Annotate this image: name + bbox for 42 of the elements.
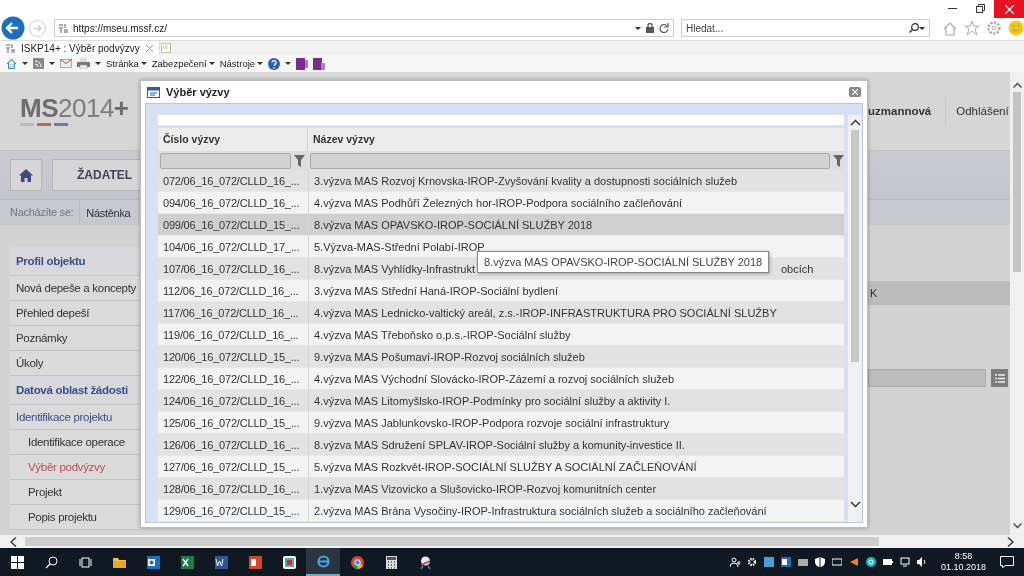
table-cell-text: 8.výzva MAS Vyhlídky-Infrastrukt	[313, 263, 475, 275]
dialog-title: Výběr výzvy	[166, 86, 230, 98]
table-cell-text: 3.výzva MAS Střední Haná-IROP-Sociální bydlení	[313, 285, 558, 297]
table-cell-text: 125/06_16_072/CLLD_15_...	[162, 416, 301, 431]
table-cell-text: 120/06_16_072/CLLD_15_...	[162, 350, 301, 365]
table-cell-text: 126/06_16_072/CLLD_16_...	[162, 438, 301, 453]
table-cell-text: 129/06_16_072/CLLD_15_...	[162, 504, 301, 519]
table-cell-text: 094/06_16_072/CLLD_16_...	[162, 196, 301, 211]
site-logo: MS2014+	[20, 95, 129, 121]
table-cell-text: 8.výzva MAS OPAVSKO-IROP-SOCIÁLNÍ SLUŽBY 2018	[313, 219, 593, 231]
table-cell-text: 117/06_16_072/CLLD_16_...	[162, 306, 300, 321]
table-cell-text: 104/06_16_072/CLLD_17_...	[162, 240, 301, 255]
clock-date: 01.10.2018	[940, 562, 986, 573]
table-cell-text: obcích	[780, 262, 814, 277]
table-cell-text: 3.výzva MAS Rozvoj Krnovska-IROP-Zvyšování kvality a dostupnosti sociálních služeb	[313, 175, 738, 187]
table-cell-text: 9.výzva MAS Jablunkovsko-IROP-Podpora rozvoje sociální infrastruktury	[313, 417, 670, 429]
table-cell-text: 4.výzva MAS Litomyšlsko-IROP-Podmínky pro sociální služby a aktivity I.	[313, 395, 671, 407]
table-cell-text: 1.výzva MAS Vizovicko a Slušovicko-IROP-Rozvoj komunitních center	[313, 483, 657, 495]
table-cell-text: 9.výzva MAS Pošumaví-IROP-Rozvoj sociálních služeb	[313, 351, 585, 363]
tooltip: 8.výzva MAS OPAVSKO-IROP-SOCIÁLNÍ SLUŽBY 2018	[477, 251, 770, 273]
table-cell-text: 127/06_16_072/CLLD_15_...	[162, 460, 301, 475]
table-cell-text: 4.výzva MAS Třeboňsko o.p.s.-IROP-Sociální služby	[313, 329, 571, 341]
table-cell-text: 8.výzva MAS Sdružení SPLAV-IROP-Sociální služby a komunity-investice II.	[313, 439, 685, 451]
url-text: https://mseu.mssf.cz/	[73, 22, 168, 34]
table-cell-text: 4.výzva MAS Východní Slovácko-IROP-Zázemí a rozvoj sociálních služeb	[313, 373, 675, 385]
table-cell-text: 5.výzva MAS Rozkvět-IROP-SOCIÁLNÍ SLUŽBY A SOCIÁLNÍ ZAČLEŇOVÁNÍ	[313, 461, 697, 473]
table-cell-text: 128/06_16_072/CLLD_16_...	[162, 482, 301, 497]
table-cell-text: 099/06_16_072/CLLD_15_...	[162, 218, 301, 233]
table-cell-text: 124/06_16_072/CLLD_16_...	[162, 394, 301, 409]
table-cell-text: 2.výzva MAS Brána Vysočiny-IROP-Infrastruktura sociálních služeb a sociálního začleňování	[313, 505, 767, 517]
table-cell-text: 4.výzva MAS Podhůří Železných hor-IROP-Podpora sociálního začleňování	[313, 197, 683, 209]
clock-time: 8:58	[954, 551, 973, 562]
breadcrumb-label: Nacházíte se:	[0, 200, 81, 225]
table-cell-text: 119/06_16_072/CLLD_16_...	[162, 328, 300, 343]
table-cell-text: 112/06_16_072/CLLD_16_...	[162, 284, 300, 299]
tab-strip: K	[868, 281, 1010, 305]
table-cell-text: 107/06_16_072/CLLD_16_...	[162, 262, 301, 277]
table-cell-text: 122/06_16_072/CLLD_16_...	[162, 372, 301, 387]
table-cell-text: 4.výzva MAS Lednicko-valtický areál, z.s.-IROP-INFRASTRUKTURA PRO SOCIÁLNÍ SLUŽBY	[313, 307, 777, 319]
table-cell-text: 5.Výzva-MAS-Střední Polabí-IROP	[313, 241, 485, 253]
table-cell-text: 072/06_16_072/CLLD_16_...	[162, 174, 301, 189]
tab-title: ISKP14+ : Výběr podvýzvy	[21, 42, 140, 54]
